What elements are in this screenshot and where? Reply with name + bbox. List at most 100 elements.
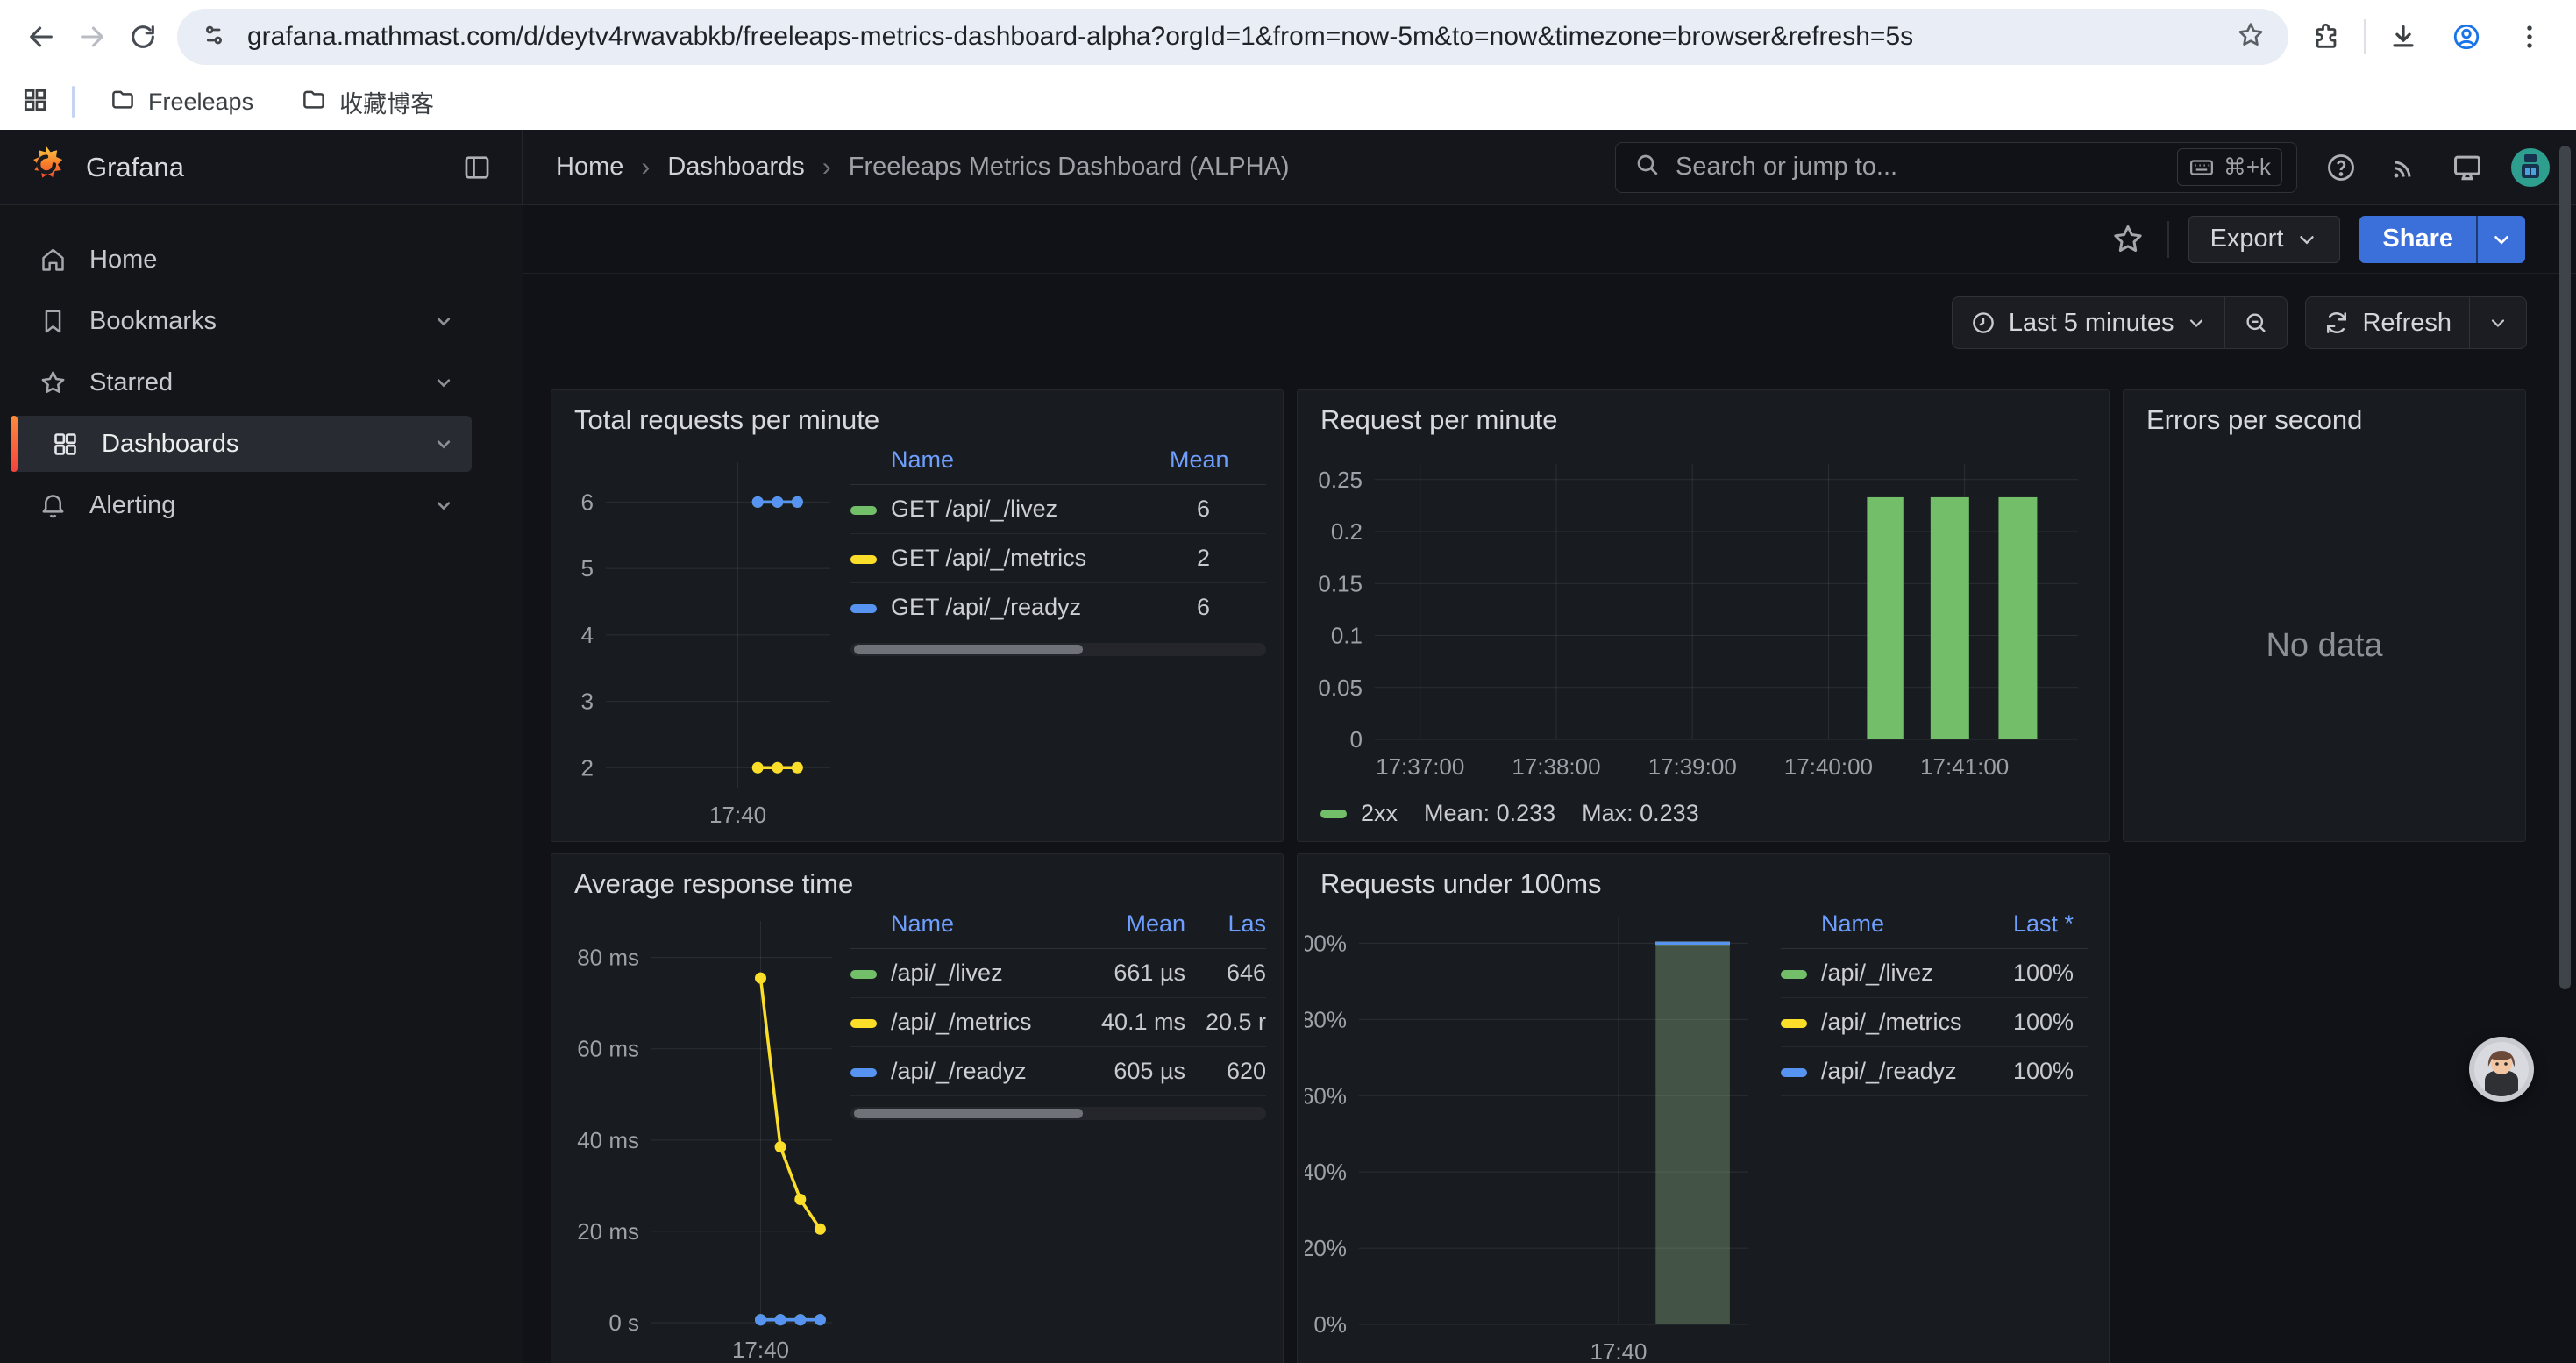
series-value: 6 bbox=[1170, 485, 1266, 534]
chevron-down-icon bbox=[431, 493, 456, 517]
svg-text:0.1: 0.1 bbox=[1331, 623, 1363, 649]
series-name[interactable]: GET /api/_/livez bbox=[891, 496, 1057, 522]
bookmark-item[interactable]: Freeleaps bbox=[97, 80, 266, 125]
forward-icon[interactable] bbox=[67, 11, 117, 62]
export-button[interactable]: Export bbox=[2188, 216, 2341, 263]
request-per-minute-chart[interactable]: 0.250.20.150.10.05017:37:0017:38:0017:39… bbox=[1310, 436, 2096, 794]
breadcrumb-separator: › bbox=[822, 153, 831, 182]
series-swatch bbox=[1320, 810, 1347, 818]
legend-column-header[interactable]: Las bbox=[1185, 907, 1266, 949]
floating-avatar[interactable] bbox=[2469, 1037, 2534, 1102]
monitor-icon[interactable] bbox=[2444, 145, 2490, 190]
extensions-icon[interactable] bbox=[2301, 11, 2352, 62]
panel-title[interactable]: Average response time bbox=[574, 868, 853, 900]
sidebar-item-starred[interactable]: Starred bbox=[11, 354, 472, 410]
series-name[interactable]: /api/_/livez bbox=[891, 960, 1003, 986]
grafana-header: Grafana Home›Dashboards›Freeleaps Metric… bbox=[0, 130, 2576, 205]
help-icon[interactable] bbox=[2318, 145, 2364, 190]
series-name[interactable]: /api/_/readyz bbox=[1821, 1058, 1957, 1084]
legend-column-header[interactable]: Name bbox=[850, 443, 1170, 485]
sidebar-item-bookmarks[interactable]: Bookmarks bbox=[11, 293, 472, 349]
downloads-icon[interactable] bbox=[2378, 11, 2429, 62]
legend-column-header[interactable]: Name bbox=[1781, 907, 1982, 949]
bookmark-item[interactable]: 收藏博客 bbox=[288, 80, 446, 125]
legend-column-header[interactable]: Last * bbox=[1982, 907, 2088, 949]
share-menu-caret[interactable] bbox=[2476, 216, 2525, 263]
toolbar-divider bbox=[2364, 19, 2366, 54]
series-name[interactable]: /api/_/metrics bbox=[891, 1009, 1032, 1035]
legend-scrollbar[interactable] bbox=[850, 643, 1266, 656]
site-settings-icon[interactable] bbox=[200, 21, 228, 54]
legend-column-header[interactable]: Name bbox=[850, 907, 1071, 949]
bookmarks-divider bbox=[72, 86, 75, 118]
favorite-star-icon[interactable] bbox=[2108, 219, 2148, 260]
legend-scrollbar[interactable] bbox=[850, 1107, 1266, 1120]
legend-row: /api/_/metrics100% bbox=[1781, 998, 2088, 1047]
request-per-minute-legend[interactable]: 2xx Mean: 0.233 Max: 0.233 bbox=[1320, 800, 1699, 827]
svg-text:17:37:00: 17:37:00 bbox=[1376, 753, 1464, 780]
svg-text:17:40: 17:40 bbox=[732, 1337, 789, 1363]
page-scrollbar[interactable] bbox=[2559, 146, 2571, 989]
browser-actions bbox=[2301, 11, 2560, 62]
series-name[interactable]: /api/_/readyz bbox=[891, 1058, 1027, 1084]
average-response-time-chart[interactable]: 80 ms60 ms40 ms20 ms0 s17:40 bbox=[566, 907, 846, 1363]
series-name[interactable]: /api/_/metrics bbox=[1821, 1009, 1962, 1035]
panel-title[interactable]: Request per minute bbox=[1320, 404, 1558, 436]
series-swatch[interactable] bbox=[850, 1019, 877, 1028]
profile-icon[interactable] bbox=[2441, 11, 2492, 62]
sidebar-item-alerting[interactable]: Alerting bbox=[11, 477, 472, 533]
series-swatch[interactable] bbox=[850, 555, 877, 564]
series-swatch[interactable] bbox=[850, 1068, 877, 1077]
breadcrumb-item[interactable]: Home bbox=[556, 153, 623, 182]
search-input[interactable]: Search or jump to... ⌘+k bbox=[1615, 142, 2297, 193]
series-swatch[interactable] bbox=[1781, 970, 1807, 979]
user-avatar[interactable] bbox=[2508, 145, 2553, 190]
time-range-button[interactable]: Last 5 minutes bbox=[1953, 297, 2225, 348]
brand-title: Grafana bbox=[86, 152, 184, 183]
series-value: 620 bbox=[1185, 1047, 1266, 1096]
sidebar-item-label: Starred bbox=[89, 368, 173, 397]
series-swatch[interactable] bbox=[1781, 1068, 1807, 1077]
reload-icon[interactable] bbox=[117, 11, 168, 62]
breadcrumb-item[interactable]: Freeleaps Metrics Dashboard (ALPHA) bbox=[849, 153, 1290, 182]
total-requests-chart[interactable]: 6543217:40 bbox=[566, 448, 846, 835]
news-rss-icon[interactable] bbox=[2381, 145, 2427, 190]
search-shortcut: ⌘+k bbox=[2177, 148, 2282, 186]
address-bar[interactable]: grafana.mathmast.com/d/deytv4rwavabkb/fr… bbox=[177, 9, 2288, 65]
panel-title[interactable]: Requests under 100ms bbox=[1320, 868, 1602, 900]
browser-toolbar: grafana.mathmast.com/d/deytv4rwavabkb/fr… bbox=[0, 0, 2576, 74]
panel-errors-per-second: Errors per second No data bbox=[2123, 389, 2526, 842]
sidebar-item-dashboards[interactable]: Dashboards bbox=[11, 416, 472, 472]
sidebar-item-home[interactable]: Home bbox=[11, 232, 472, 288]
svg-text:0.05: 0.05 bbox=[1318, 674, 1363, 701]
series-name[interactable]: GET /api/_/readyz bbox=[891, 594, 1081, 620]
folder-icon bbox=[301, 86, 327, 118]
zoom-out-button[interactable] bbox=[2225, 297, 2287, 348]
grafana-logo-icon[interactable] bbox=[26, 145, 67, 189]
panel-title[interactable]: Errors per second bbox=[2146, 404, 2362, 436]
breadcrumb-item[interactable]: Dashboards bbox=[667, 153, 804, 182]
refresh-interval-caret[interactable] bbox=[2470, 297, 2526, 348]
refresh-button[interactable]: Refresh bbox=[2306, 297, 2469, 348]
svg-text:3: 3 bbox=[581, 689, 594, 715]
apps-grid-icon[interactable] bbox=[21, 86, 49, 118]
svg-text:2: 2 bbox=[581, 754, 594, 781]
svg-text:6: 6 bbox=[581, 489, 594, 515]
series-name[interactable]: /api/_/livez bbox=[1821, 960, 1933, 986]
svg-text:60 ms: 60 ms bbox=[577, 1036, 639, 1062]
series-swatch[interactable] bbox=[1781, 1019, 1807, 1028]
dock-menu-icon[interactable] bbox=[455, 146, 499, 189]
series-name[interactable]: GET /api/_/metrics bbox=[891, 545, 1086, 571]
share-button[interactable]: Share bbox=[2359, 216, 2525, 263]
legend-column-header[interactable]: Mean bbox=[1170, 443, 1266, 485]
series-swatch[interactable] bbox=[850, 970, 877, 979]
series-swatch[interactable] bbox=[850, 604, 877, 613]
menu-kebab-icon[interactable] bbox=[2504, 11, 2555, 62]
legend-column-header[interactable]: Mean bbox=[1071, 907, 1185, 949]
svg-text:17:39:00: 17:39:00 bbox=[1648, 753, 1737, 780]
requests-under-100ms-chart[interactable]: 100%80%60%40%20%0%17:40 bbox=[1305, 903, 1796, 1363]
panel-title[interactable]: Total requests per minute bbox=[574, 404, 879, 436]
back-icon[interactable] bbox=[16, 11, 67, 62]
bookmark-star-icon[interactable] bbox=[2236, 20, 2266, 54]
series-swatch[interactable] bbox=[850, 506, 877, 515]
